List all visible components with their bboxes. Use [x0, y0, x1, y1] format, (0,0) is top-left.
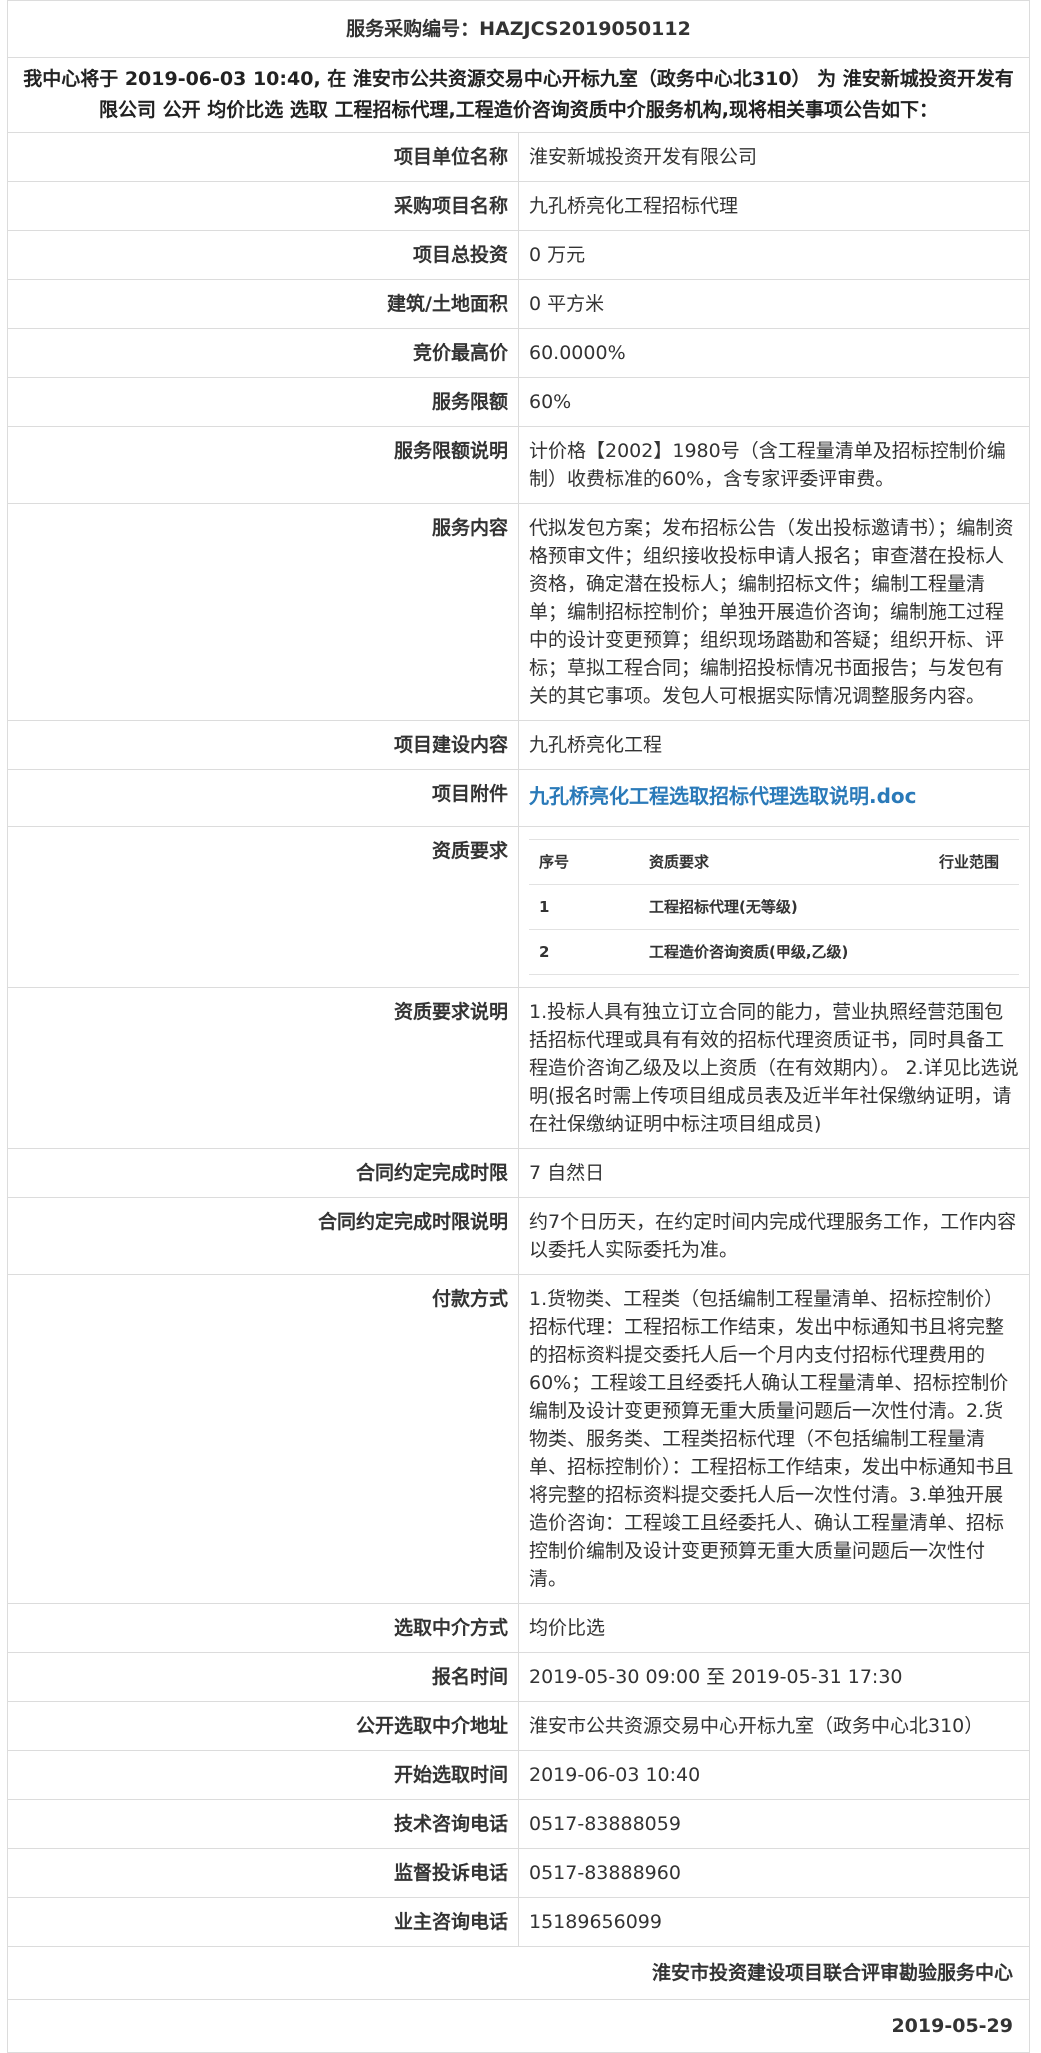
value: 计价格【2002】1980号（含工程量清单及招标控制价编制）收费标准的60%，含… — [518, 426, 1030, 504]
row-service-limit-desc: 服务限额说明 计价格【2002】1980号（含工程量清单及招标控制价编制）收费标… — [7, 426, 1030, 504]
intro-row: 我中心将于 2019-06-03 10:40, 在 淮安市公共资源交易中心开标九… — [7, 57, 1030, 133]
label: 服务内容 — [7, 503, 519, 721]
header-scope: 行业范围 — [929, 839, 1019, 885]
label: 资质要求说明 — [7, 987, 519, 1149]
label: 项目附件 — [7, 769, 519, 827]
value: 2019-06-03 10:40 — [518, 1750, 1030, 1800]
cell-requirement: 工程招标代理(无等级) — [639, 884, 929, 930]
cell-scope — [929, 929, 1019, 975]
table-row: 2 工程造价咨询资质(甲级,乙级) — [529, 929, 1019, 975]
value: 均价比选 — [518, 1603, 1030, 1653]
value: 代拟发包方案；发布招标公告（发出投标邀请书）；编制资格预审文件；组织接收投标申请… — [518, 503, 1030, 721]
row-area: 建筑/土地面积 0 平方米 — [7, 279, 1030, 329]
attachment-cell: 九孔桥亮化工程选取招标代理选取说明.doc — [518, 769, 1030, 827]
table-row: 1 工程招标代理(无等级) — [529, 884, 1019, 930]
label: 竞价最高价 — [7, 328, 519, 378]
value: 1.投标人具有独立订立合同的能力，营业执照经营范围包括招标代理或具有有效的招标代… — [518, 987, 1030, 1149]
label: 项目总投资 — [7, 230, 519, 280]
value: 九孔桥亮化工程招标代理 — [518, 181, 1030, 231]
row-project-name: 采购项目名称 九孔桥亮化工程招标代理 — [7, 181, 1030, 231]
row-signup-time: 报名时间 2019-05-30 09:00 至 2019-05-31 17:30 — [7, 1652, 1030, 1702]
value: 淮安市公共资源交易中心开标九室（政务中心北310） — [518, 1701, 1030, 1751]
row-start-time: 开始选取时间 2019-06-03 10:40 — [7, 1750, 1030, 1800]
value: 60% — [518, 377, 1030, 427]
row-tech-phone: 技术咨询电话 0517-83888059 — [7, 1799, 1030, 1849]
header-row: 服务采购编号：HAZJCS2019050112 — [7, 0, 1030, 58]
value: 约7个日历天，在约定时间内完成代理服务工作，工作内容以委托人实际委托为准。 — [518, 1197, 1030, 1275]
intro-text: 我中心将于 2019-06-03 10:40, 在 淮安市公共资源交易中心开标九… — [7, 57, 1030, 133]
cell-requirement: 工程造价咨询资质(甲级,乙级) — [639, 929, 929, 975]
footer-date-row: 2019-05-29 — [7, 1999, 1030, 2053]
label: 开始选取时间 — [7, 1750, 519, 1800]
row-max-price: 竞价最高价 60.0000% — [7, 328, 1030, 378]
notice-table: 服务采购编号：HAZJCS2019050112 我中心将于 2019-06-03… — [7, 0, 1030, 2053]
label: 服务限额说明 — [7, 426, 519, 504]
value: 15189656099 — [518, 1897, 1030, 1947]
row-unit: 项目单位名称 淮安新城投资开发有限公司 — [7, 132, 1030, 182]
row-period: 合同约定完成时限 7 自然日 — [7, 1148, 1030, 1198]
row-service-content: 服务内容 代拟发包方案；发布招标公告（发出投标邀请书）；编制资格预审文件；组织接… — [7, 503, 1030, 721]
label: 建筑/土地面积 — [7, 279, 519, 329]
value: 九孔桥亮化工程 — [518, 720, 1030, 770]
label: 服务限额 — [7, 377, 519, 427]
cell-index: 1 — [529, 884, 639, 930]
row-service-limit: 服务限额 60% — [7, 377, 1030, 427]
footer-org-row: 淮安市投资建设项目联合评审勘验服务中心 — [7, 1946, 1030, 2000]
label: 报名时间 — [7, 1652, 519, 1702]
value: 0517-83888059 — [518, 1799, 1030, 1849]
row-investment: 项目总投资 0 万元 — [7, 230, 1030, 280]
row-attachment: 项目附件 九孔桥亮化工程选取招标代理选取说明.doc — [7, 769, 1030, 827]
value: 1.货物类、工程类（包括编制工程量清单、招标控制价）招标代理：工程招标工作结束，… — [518, 1274, 1030, 1604]
qualification-header-row: 序号 资质要求 行业范围 — [529, 839, 1019, 885]
issue-date: 2019-05-29 — [7, 1999, 1030, 2053]
cell-scope — [929, 884, 1019, 930]
row-build-content: 项目建设内容 九孔桥亮化工程 — [7, 720, 1030, 770]
label: 项目单位名称 — [7, 132, 519, 182]
label: 付款方式 — [7, 1274, 519, 1604]
label: 合同约定完成时限说明 — [7, 1197, 519, 1275]
row-qualification-desc: 资质要求说明 1.投标人具有独立订立合同的能力，营业执照经营范围包括招标代理或具… — [7, 987, 1030, 1149]
row-period-desc: 合同约定完成时限说明 约7个日历天，在约定时间内完成代理服务工作，工作内容以委托… — [7, 1197, 1030, 1275]
value: 0 平方米 — [518, 279, 1030, 329]
row-payment: 付款方式 1.货物类、工程类（包括编制工程量清单、招标控制价）招标代理：工程招标… — [7, 1274, 1030, 1604]
value: 2019-05-30 09:00 至 2019-05-31 17:30 — [518, 1652, 1030, 1702]
label: 合同约定完成时限 — [7, 1148, 519, 1198]
qualification-table: 序号 资质要求 行业范围 1 工程招标代理(无等级) 2 工程造价咨询资质(甲级… — [529, 839, 1019, 975]
label: 项目建设内容 — [7, 720, 519, 770]
service-code: 服务采购编号：HAZJCS2019050112 — [7, 0, 1030, 58]
notice-document: 服务采购编号：HAZJCS2019050112 我中心将于 2019-06-03… — [7, 0, 1030, 2053]
attachment-link[interactable]: 九孔桥亮化工程选取招标代理选取说明.doc — [519, 770, 927, 816]
label: 采购项目名称 — [7, 181, 519, 231]
issuing-organization: 淮安市投资建设项目联合评审勘验服务中心 — [7, 1946, 1030, 2000]
value: 0 万元 — [518, 230, 1030, 280]
label: 技术咨询电话 — [7, 1799, 519, 1849]
cell-index: 2 — [529, 929, 639, 975]
row-address: 公开选取中介地址 淮安市公共资源交易中心开标九室（政务中心北310） — [7, 1701, 1030, 1751]
label: 选取中介方式 — [7, 1603, 519, 1653]
header-requirement: 资质要求 — [639, 839, 929, 885]
value: 淮安新城投资开发有限公司 — [518, 132, 1030, 182]
qualification-cell: 序号 资质要求 行业范围 1 工程招标代理(无等级) 2 工程造价咨询资质(甲级… — [518, 826, 1030, 988]
value: 60.0000% — [518, 328, 1030, 378]
row-qualification: 资质要求 序号 资质要求 行业范围 1 工程招标代理(无等级) 2 工程造价咨询… — [7, 826, 1030, 988]
header-index: 序号 — [529, 839, 639, 885]
label: 资质要求 — [7, 826, 519, 988]
label: 业主咨询电话 — [7, 1897, 519, 1947]
value: 7 自然日 — [518, 1148, 1030, 1198]
row-method: 选取中介方式 均价比选 — [7, 1603, 1030, 1653]
label: 公开选取中介地址 — [7, 1701, 519, 1751]
row-owner-phone: 业主咨询电话 15189656099 — [7, 1897, 1030, 1947]
